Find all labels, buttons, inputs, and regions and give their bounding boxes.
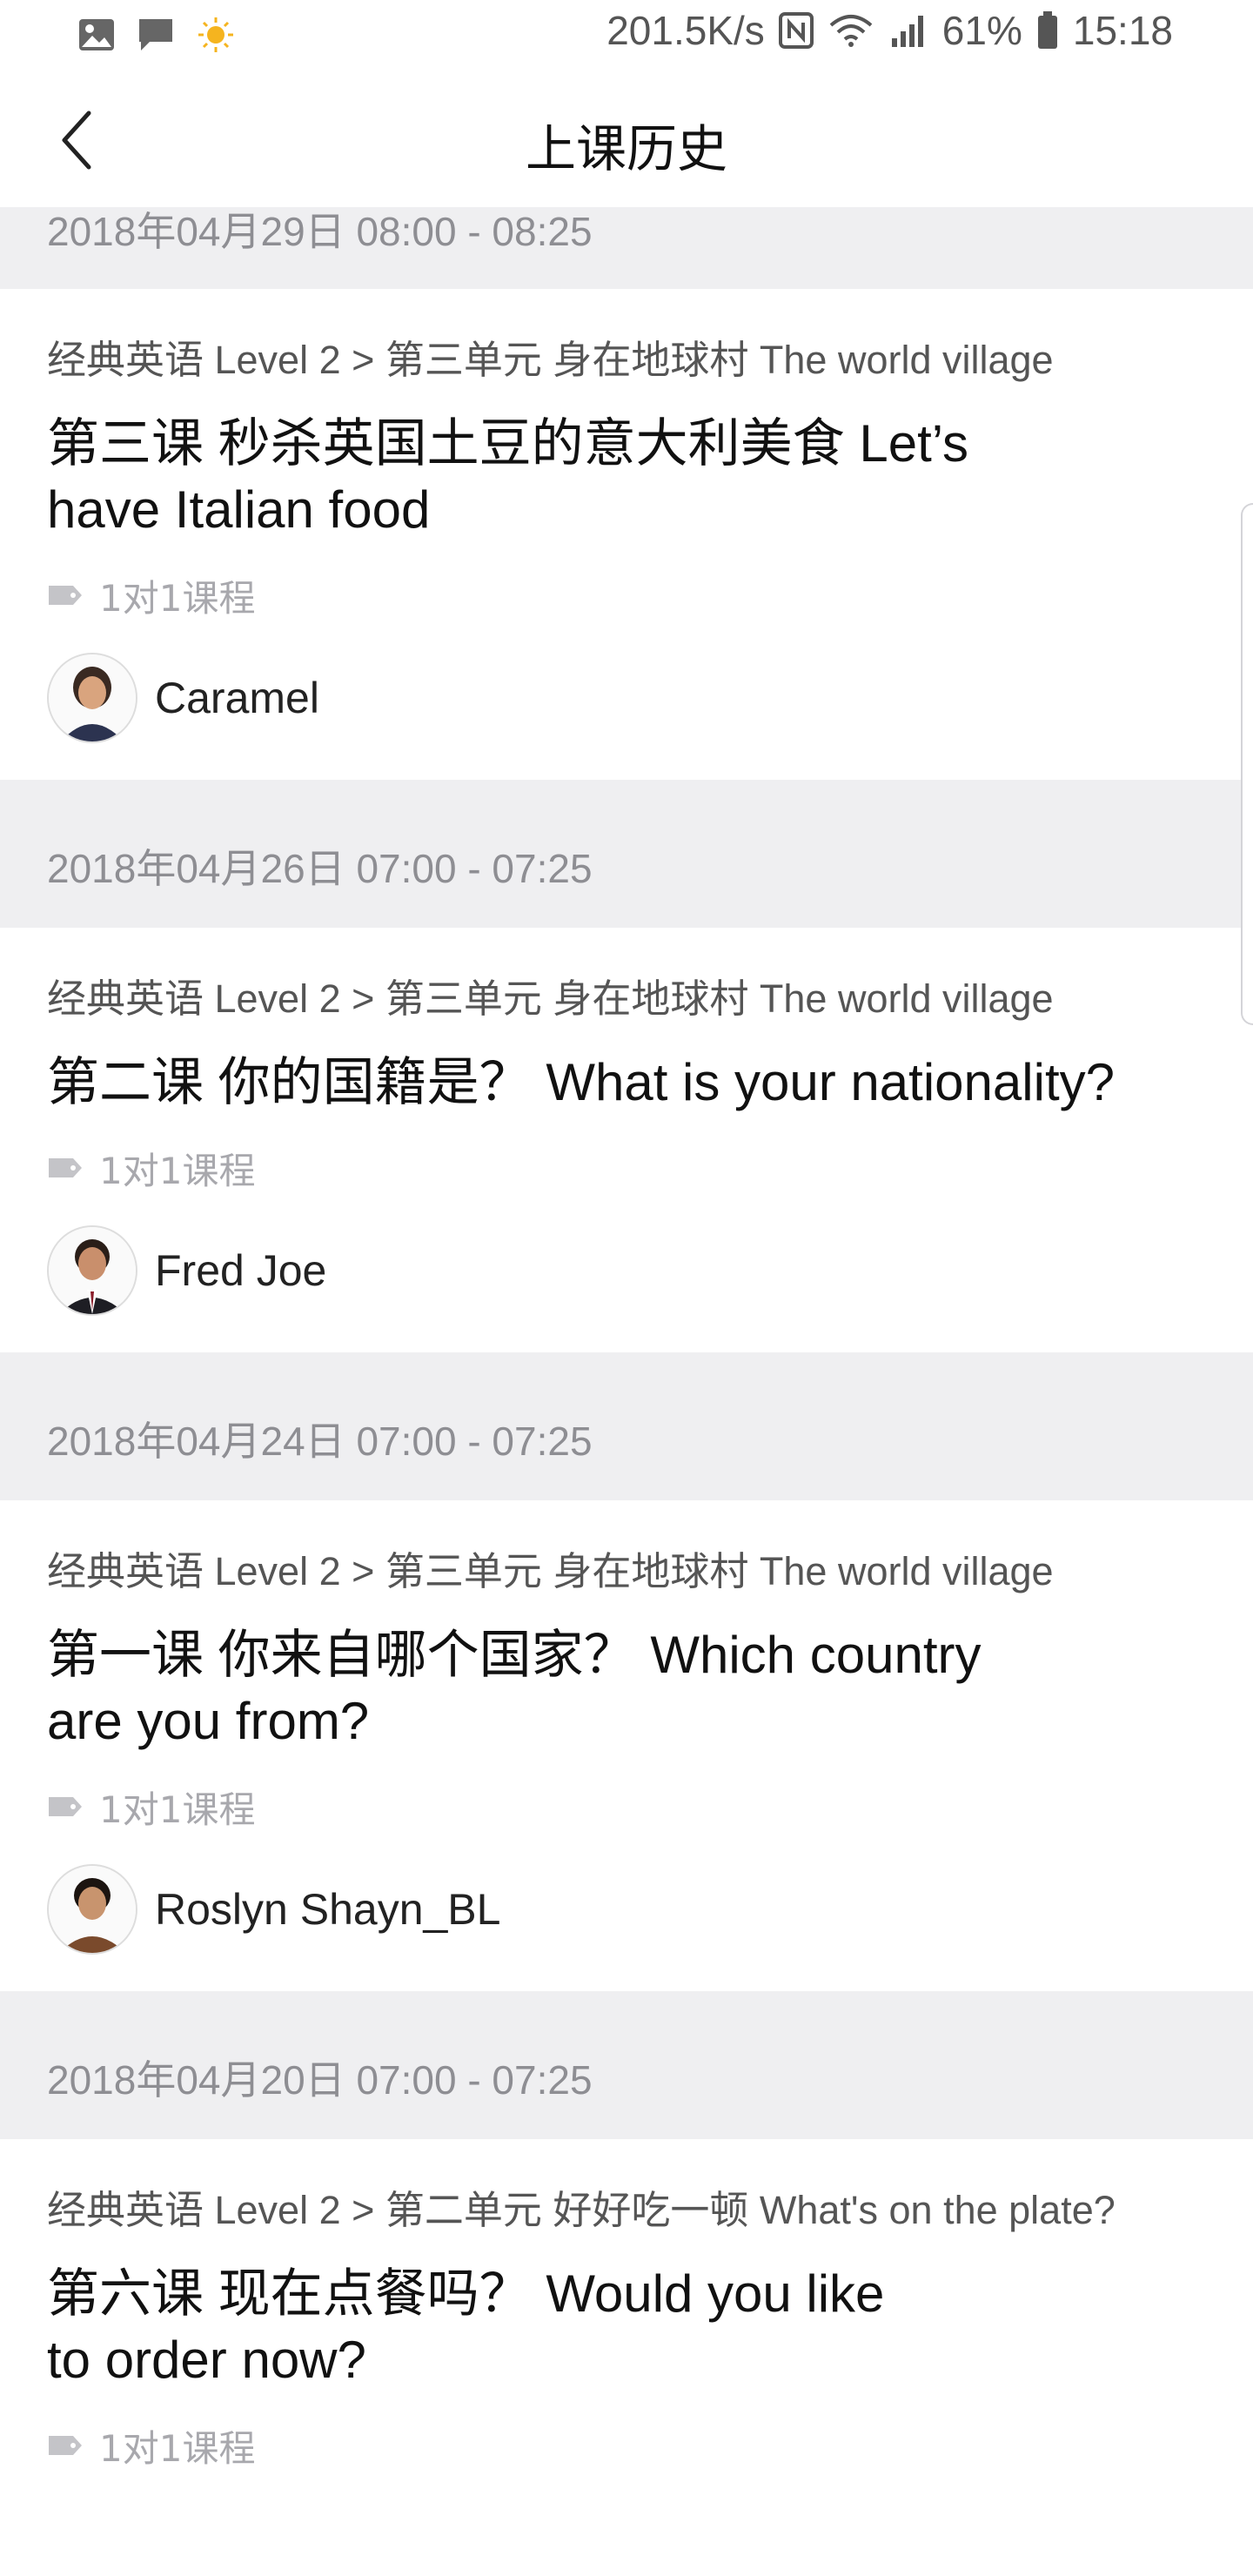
nfc-icon <box>778 12 814 49</box>
battery-icon <box>1036 11 1059 50</box>
message-icon <box>137 17 174 52</box>
course-type-row: 1对1课程 <box>47 1142 1206 1194</box>
teacher-row: Fred Joe <box>47 1218 1206 1323</box>
nav-bar: 上课历史 <box>0 75 1253 207</box>
course-breadcrumb: 经典英语 Level 2 > 第三单元 身在地球村 The world vill… <box>47 338 1054 382</box>
weather-sun-icon <box>197 16 235 54</box>
scrollbar[interactable] <box>1241 503 1253 1025</box>
date-header: 2018年04月20日 07:00 - 07:25 <box>0 1991 1253 2139</box>
teacher-avatar <box>47 1864 137 1955</box>
teacher-name: Fred Joe <box>155 1246 327 1295</box>
wifi-icon <box>828 13 874 48</box>
network-speed: 201.5K/s <box>606 8 765 53</box>
session-date: 2018年04月26日 07:00 - 07:25 <box>47 846 593 891</box>
course-type-label: 1对1课程 <box>99 1149 256 1192</box>
clock: 15:18 <box>1072 8 1173 53</box>
lesson-title-line: have Italian food <box>47 480 431 539</box>
lesson-title-line: to order now? <box>47 2331 366 2389</box>
page-title: 上课历史 <box>525 119 727 178</box>
course-type-row: 1对1课程 <box>47 569 1206 621</box>
session-card[interactable]: 经典英语 Level 2 > 第三单元 身在地球村 The world vill… <box>0 1500 1253 1991</box>
course-type-label: 1对1课程 <box>99 2426 256 2470</box>
battery-percent: 61% <box>941 8 1022 53</box>
status-bar: 201.5K/s 61% 15:18 <box>0 0 1253 75</box>
signal-icon <box>888 12 928 49</box>
session-date: 2018年04月29日 08:00 - 08:25 <box>47 209 593 254</box>
lesson-title-line: 第二课 你的国籍是？ What is your nationality? <box>47 1053 1115 1111</box>
tag-icon <box>49 2436 82 2455</box>
tag-icon <box>49 586 82 605</box>
lesson-title-line: are you from? <box>47 1692 370 1750</box>
course-type-label: 1对1课程 <box>99 1788 256 1831</box>
course-breadcrumb: 经典英语 Level 2 > 第三单元 身在地球村 The world vill… <box>47 976 1054 1021</box>
course-type-row: 1对1课程 <box>47 2419 1206 2472</box>
lesson-title-line: 第三课 秒杀英国土豆的意大利美食 Let’s <box>47 414 968 473</box>
course-breadcrumb: 经典英语 Level 2 > 第三单元 身在地球村 The world vill… <box>47 1549 1054 1593</box>
teacher-row: Roslyn Shayn_BL <box>47 1857 1206 1962</box>
teacher-row: Caramel <box>47 646 1206 750</box>
lesson-title: 第二课 你的国籍是？ What is your nationality? <box>47 1050 1213 1116</box>
session-card[interactable]: 经典英语 Level 2 > 第二单元 好好吃一顿 What's on the … <box>0 2139 1253 2472</box>
course-type-row: 1对1课程 <box>47 1781 1206 1833</box>
course-type-label: 1对1课程 <box>99 576 256 620</box>
status-bar-notifications <box>78 16 235 54</box>
teacher-name: Roslyn Shayn_BL <box>155 1885 501 1934</box>
status-bar-system: 201.5K/s 61% 15:18 <box>606 7 1173 54</box>
lesson-title-line: 第一课 你来自哪个国家？ Which country <box>47 1626 982 1684</box>
tag-icon <box>49 1797 82 1816</box>
teacher-avatar <box>47 653 137 743</box>
lesson-title-line: 第六课 现在点餐吗？ Would you like <box>47 2264 885 2323</box>
lesson-title: 第一课 你来自哪个国家？ Which country are you from? <box>47 1622 1074 1754</box>
lesson-title: 第三课 秒杀英国土豆的意大利美食 Let’s have Italian food <box>47 411 1074 543</box>
session-date: 2018年04月20日 07:00 - 07:25 <box>47 2057 593 2103</box>
date-header: 2018年04月26日 07:00 - 07:25 <box>0 780 1253 928</box>
gallery-icon <box>78 18 115 51</box>
date-header: 2018年04月24日 07:00 - 07:25 <box>0 1352 1253 1500</box>
session-date: 2018年04月24日 07:00 - 07:25 <box>47 1419 593 1464</box>
session-card[interactable]: 经典英语 Level 2 > 第三单元 身在地球村 The world vill… <box>0 289 1253 780</box>
session-card[interactable]: 经典英语 Level 2 > 第三单元 身在地球村 The world vill… <box>0 928 1253 1352</box>
course-breadcrumb: 经典英语 Level 2 > 第二单元 好好吃一顿 What's on the … <box>47 2188 1116 2232</box>
teacher-name: Caramel <box>155 674 319 722</box>
course-history-list[interactable]: 2018年04月29日 08:00 - 08:25 经典英语 Level 2 >… <box>0 207 1253 2472</box>
lesson-title: 第六课 现在点餐吗？ Would you like to order now? <box>47 2261 1074 2393</box>
teacher-avatar <box>47 1225 137 1316</box>
tag-icon <box>49 1158 82 1177</box>
date-header: 2018年04月29日 08:00 - 08:25 <box>0 207 1253 289</box>
